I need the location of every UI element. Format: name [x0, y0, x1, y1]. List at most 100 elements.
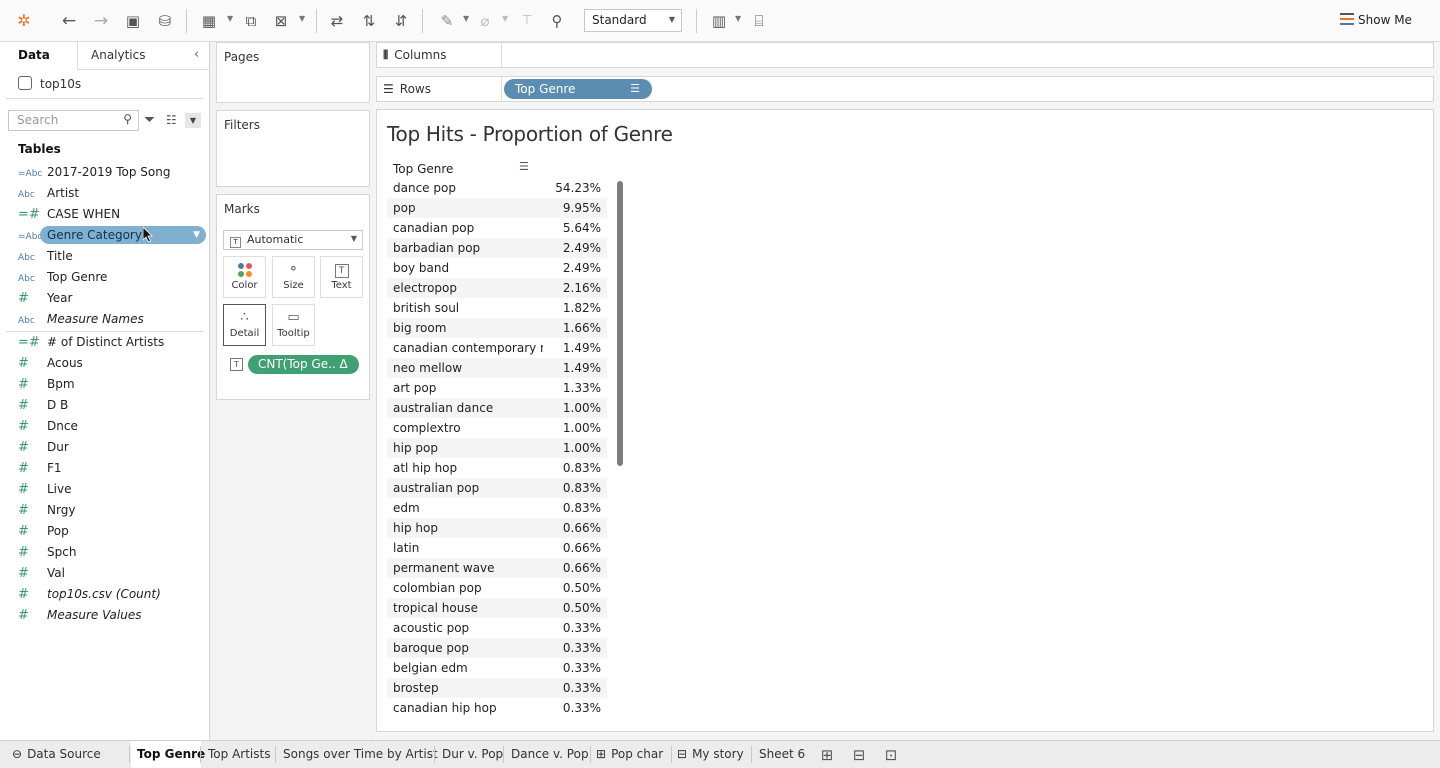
- table-row[interactable]: tropical house 0.50%: [387, 598, 607, 618]
- new-worksheet-caret-icon[interactable]: ▼: [227, 14, 233, 23]
- color-button[interactable]: Color: [223, 256, 266, 298]
- clear-sheet-caret-icon[interactable]: ▼: [299, 14, 305, 23]
- table-row[interactable]: latin 0.66%: [387, 538, 607, 558]
- sheet-tab[interactable]: Songs over Time by Artist: [277, 741, 438, 768]
- field-item[interactable]: # Year: [18, 288, 206, 308]
- filters-card[interactable]: Filters: [216, 110, 370, 187]
- field-item[interactable]: Abc Title: [18, 246, 206, 266]
- new-worksheet-tab-icon[interactable]: ⊞: [816, 744, 838, 766]
- rows-field-pill[interactable]: Top Genre ☰: [504, 79, 652, 99]
- field-item[interactable]: # Measure Values: [18, 605, 206, 625]
- swap-rows-columns-icon[interactable]: ⇄: [326, 10, 348, 32]
- field-item[interactable]: # Val: [18, 563, 206, 583]
- table-row[interactable]: complextro 1.00%: [387, 418, 607, 438]
- table-row[interactable]: acoustic pop 0.33%: [387, 618, 607, 638]
- sort-icon[interactable]: ☰: [519, 160, 529, 173]
- table-row[interactable]: neo mellow 1.49%: [387, 358, 607, 378]
- table-row[interactable]: electropop 2.16%: [387, 278, 607, 298]
- table-row[interactable]: colombian pop 0.50%: [387, 578, 607, 598]
- sheet-tab[interactable]: ⊟ My story: [673, 741, 752, 768]
- rows-shelf[interactable]: ☰ Rows Top Genre ☰: [376, 76, 1434, 102]
- tab-analytics[interactable]: Analytics: [91, 48, 146, 62]
- field-item[interactable]: Abc Artist: [18, 183, 206, 203]
- field-item[interactable]: # Bpm: [18, 374, 206, 394]
- table-row[interactable]: australian dance 1.00%: [387, 398, 607, 418]
- table-row[interactable]: baroque pop 0.33%: [387, 638, 607, 658]
- table-row[interactable]: boy band 2.49%: [387, 258, 607, 278]
- table-row[interactable]: canadian contemporary r.. 1.49%: [387, 338, 607, 358]
- sheet-tab[interactable]: Dur v. Pop: [436, 741, 504, 768]
- show-cards-caret-icon[interactable]: ▼: [735, 14, 741, 23]
- sheet-tab[interactable]: Top Genre: [131, 741, 205, 768]
- scrollbar-thumb[interactable]: [617, 181, 623, 466]
- presentation-mode-icon[interactable]: ⌸: [748, 10, 770, 32]
- field-item[interactable]: # Spch: [18, 542, 206, 562]
- table-row[interactable]: hip pop 1.00%: [387, 438, 607, 458]
- sort-descending-icon[interactable]: ⇵: [390, 10, 412, 32]
- collapse-pane-icon[interactable]: ‹: [194, 47, 199, 62]
- table-row[interactable]: edm 0.83%: [387, 498, 607, 518]
- field-item[interactable]: Abc Measure Names: [18, 309, 206, 329]
- field-item[interactable]: # Pop: [18, 521, 206, 541]
- table-row[interactable]: big room 1.66%: [387, 318, 607, 338]
- table-row[interactable]: british soul 1.82%: [387, 298, 607, 318]
- table-row[interactable]: australian pop 0.83%: [387, 478, 607, 498]
- tooltip-button[interactable]: ▭ Tooltip: [272, 304, 315, 346]
- sheet-tab[interactable]: ⊞ Pop char: [592, 741, 672, 768]
- sheet-tab[interactable]: Sheet 6: [753, 741, 809, 768]
- clear-sheet-icon[interactable]: ⊠: [270, 10, 292, 32]
- show-labels-icon[interactable]: ⊤: [516, 10, 538, 32]
- sheet-tab[interactable]: Top Artists: [202, 741, 276, 768]
- field-item[interactable]: # Acous: [18, 353, 206, 373]
- table-row[interactable]: atl hip hop 0.83%: [387, 458, 607, 478]
- search-input[interactable]: Search ⚲: [8, 110, 139, 131]
- field-item[interactable]: =# # of Distinct Artists: [18, 332, 206, 352]
- field-item[interactable]: # F1: [18, 458, 206, 478]
- view-options-caret-icon[interactable]: ▼: [185, 113, 201, 128]
- new-story-tab-icon[interactable]: ⊡: [880, 744, 902, 766]
- pages-card[interactable]: Pages: [216, 42, 370, 103]
- sort-ascending-icon[interactable]: ⇅: [358, 10, 380, 32]
- sheet-tab[interactable]: ⊖ Data Source: [8, 741, 123, 768]
- field-item[interactable]: # Dur: [18, 437, 206, 457]
- table-row[interactable]: hip hop 0.66%: [387, 518, 607, 538]
- add-datasource-icon[interactable]: ⛁: [154, 10, 176, 32]
- table-row[interactable]: canadian pop 5.64%: [387, 218, 607, 238]
- field-item[interactable]: Abc Top Genre: [18, 267, 206, 287]
- sheet-tab[interactable]: Dance v. Pop: [505, 741, 591, 768]
- table-row[interactable]: permanent wave 0.66%: [387, 558, 607, 578]
- redo-icon[interactable]: →: [90, 10, 112, 32]
- mark-type-select[interactable]: T Automatic ▼: [223, 230, 363, 250]
- table-row[interactable]: dance pop 54.23%: [387, 178, 607, 198]
- table-row[interactable]: brostep 0.33%: [387, 678, 607, 698]
- group-members-icon[interactable]: ⌀: [474, 10, 496, 32]
- field-item[interactable]: # Nrgy: [18, 500, 206, 520]
- size-button[interactable]: ⚬ Size: [272, 256, 315, 298]
- field-item[interactable]: =Abc 2017-2019 Top Song: [18, 162, 206, 182]
- list-view-icon[interactable]: ☷: [166, 113, 177, 127]
- columns-shelf[interactable]: ⦀ Columns: [376, 42, 1434, 68]
- undo-icon[interactable]: ←: [58, 10, 80, 32]
- highlight-icon[interactable]: ✎: [436, 10, 458, 32]
- new-worksheet-icon[interactable]: ▦: [198, 10, 220, 32]
- table-row[interactable]: art pop 1.33%: [387, 378, 607, 398]
- tableau-logo-icon[interactable]: ✲: [13, 10, 35, 32]
- detail-button[interactable]: ∴ Detail: [223, 304, 266, 346]
- field-item[interactable]: # D B: [18, 395, 206, 415]
- column-header[interactable]: Top Genre ☰: [387, 160, 607, 178]
- field-item[interactable]: =Abc Genre Category ▼: [18, 225, 206, 245]
- fit-select[interactable]: Standard ▼: [584, 9, 682, 32]
- field-item[interactable]: # Dnce: [18, 416, 206, 436]
- group-caret-icon[interactable]: ▼: [502, 14, 508, 23]
- datasource-item[interactable]: top10s: [18, 76, 81, 91]
- table-row[interactable]: belgian edm 0.33%: [387, 658, 607, 678]
- save-icon[interactable]: ▣: [122, 10, 144, 32]
- tab-data[interactable]: Data: [18, 48, 50, 62]
- field-item[interactable]: # top10s.csv (Count): [18, 584, 206, 604]
- filter-icon[interactable]: ⏷: [144, 112, 155, 128]
- table-row[interactable]: canadian hip hop 0.33%: [387, 698, 607, 718]
- table-row[interactable]: barbadian pop 2.49%: [387, 238, 607, 258]
- field-item[interactable]: =# CASE WHEN: [18, 204, 206, 224]
- show-cards-icon[interactable]: ▥: [708, 10, 730, 32]
- table-row[interactable]: pop 9.95%: [387, 198, 607, 218]
